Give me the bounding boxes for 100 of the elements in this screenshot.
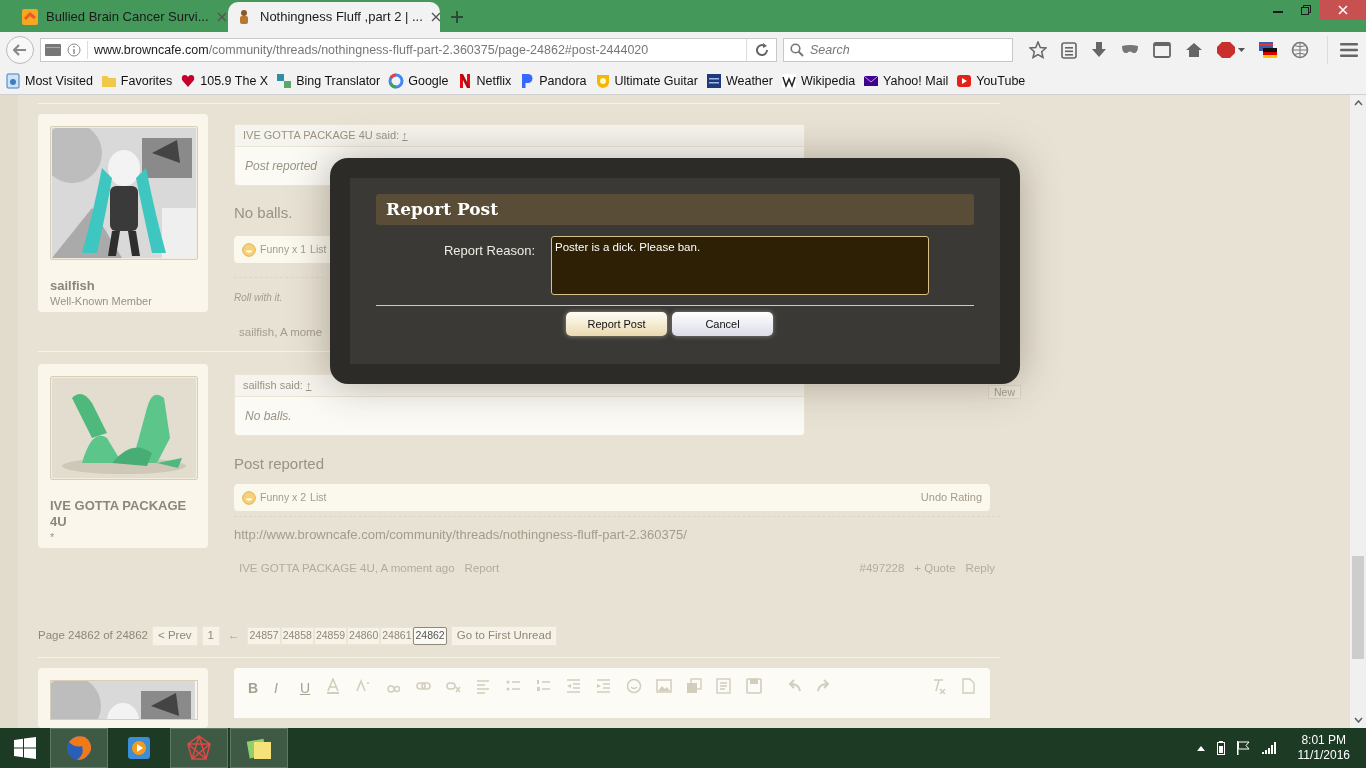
window-icon[interactable] [1153, 42, 1171, 58]
bookmark-link[interactable]: Yahoo! Mail [883, 71, 949, 91]
post-number-link[interactable]: #497228 [859, 559, 905, 577]
list-icon[interactable] [1061, 41, 1077, 59]
jump-link[interactable]: ↑ [305, 376, 312, 394]
search-field[interactable]: Search [783, 38, 1013, 62]
stop-sign-icon[interactable] [1217, 41, 1245, 59]
new-tab-icon[interactable] [450, 10, 464, 24]
globe-icon [65, 734, 93, 762]
browser-tab[interactable]: Nothingness Fluff ,part 2 | ... [228, 2, 440, 32]
smiley-icon[interactable] [626, 678, 642, 694]
format-button[interactable]: U [300, 678, 312, 699]
user-title: * [50, 529, 56, 544]
quote-link[interactable]: + Quote [914, 559, 956, 577]
bookmark-link[interactable]: Netflix [476, 71, 512, 91]
windows-icon[interactable] [14, 737, 36, 759]
bookmark-link[interactable]: Weather [725, 71, 773, 91]
dialog-title: Report Post [376, 194, 974, 225]
report-reason-field[interactable]: Poster is a dick. Please ban. [551, 236, 929, 295]
site-icon [22, 9, 38, 25]
home-icon[interactable] [1185, 42, 1203, 58]
clock-time[interactable]: 8:01 PM [1301, 733, 1347, 748]
flag-icon[interactable] [1259, 41, 1277, 59]
grid-icon [45, 44, 61, 56]
quoted-text: No balls. [244, 407, 293, 425]
undo-icon[interactable] [786, 678, 802, 694]
page-link[interactable]: 24862 [413, 627, 447, 645]
search-input[interactable]: Search [810, 40, 1006, 60]
scrollbar[interactable] [1349, 95, 1366, 728]
signature-text: Roll with it. [234, 292, 283, 304]
smiley-icon [242, 490, 256, 505]
image-icon[interactable] [656, 678, 672, 694]
rating-count: Funny x 1 [260, 242, 307, 258]
menu-icon[interactable] [1340, 42, 1358, 58]
page-icon[interactable] [960, 678, 976, 694]
close-window-button[interactable] [1320, 0, 1366, 20]
address-field[interactable]: www.browncafe.com/community/threads/nothingness-fluff-part-2.360375/page-24862#post-2444020 [40, 38, 777, 62]
jump-link[interactable]: ↑ [402, 127, 408, 144]
save-icon[interactable] [746, 678, 762, 694]
bookmark-link[interactable]: Ultimate Guitar [614, 71, 698, 91]
bookmark-link[interactable]: YouTube [976, 71, 1026, 91]
report-link[interactable]: Report [464, 559, 500, 577]
taskbar-button[interactable] [50, 728, 108, 768]
username[interactable]: sailfish [50, 277, 196, 294]
bookmark-link[interactable]: Wikipedia [800, 71, 856, 91]
scroll-up-icon[interactable] [1353, 100, 1363, 106]
page-summary: Page 24862 of 24862 [38, 628, 148, 644]
scroll-thumb[interactable] [1352, 556, 1364, 659]
mask-icon[interactable] [1121, 44, 1139, 56]
info-icon [67, 43, 81, 57]
bookmark-link[interactable]: 105.9 The X [200, 71, 269, 91]
cancel-button[interactable]: Cancel [672, 312, 773, 336]
prev-page-link[interactable]: < Prev [152, 626, 198, 646]
page-link[interactable]: 24857 [247, 627, 281, 645]
reload-icon[interactable] [754, 43, 769, 57]
page-link[interactable]: 24861 [380, 627, 414, 645]
page-link[interactable]: 24858 [280, 627, 314, 645]
bookmark-link[interactable]: Bing Translator [296, 71, 381, 91]
bookmark-link[interactable]: Most Visited [25, 71, 93, 91]
square-icon [705, 73, 722, 89]
rating-count: Funny x 2 [260, 489, 307, 505]
url-text: www.browncafe.com/community/threads/nothingness-fluff-part-2.360375/page-24862#post-2444020 [87, 40, 740, 60]
tray-up-icon[interactable] [1196, 745, 1205, 751]
back-button[interactable] [6, 36, 34, 64]
page-link[interactable]: 1 [201, 626, 220, 646]
scroll-down-icon[interactable] [1353, 717, 1363, 723]
field-label: Report Reason: [442, 242, 536, 260]
star-icon[interactable] [1029, 41, 1047, 59]
text-color-icon[interactable] [326, 678, 342, 694]
format-button[interactable]: B [248, 678, 260, 699]
close-icon[interactable] [430, 12, 441, 22]
page-link[interactable]: 24860 [347, 627, 381, 645]
page-link[interactable]: 24859 [313, 627, 348, 645]
globe-icon[interactable] [1291, 41, 1309, 59]
reply-link[interactable]: Reply [965, 559, 995, 577]
flag-icon[interactable] [1236, 741, 1250, 755]
bookmark-link[interactable]: Favorites [120, 71, 173, 91]
download-icon[interactable] [1091, 41, 1107, 59]
browser-tab[interactable]: Bullied Brain Cancer Survi... [14, 2, 226, 32]
format-button[interactable]: I [274, 678, 286, 699]
first-unread-link[interactable]: Go to First Unread [450, 626, 558, 646]
undo-rating-link[interactable]: Undo Rating [920, 489, 982, 506]
clock-date[interactable]: 11/1/2016 [1297, 748, 1350, 763]
ring-icon [388, 73, 405, 89]
rating-list-link[interactable]: List [310, 242, 327, 258]
report-post-button[interactable]: Report Post [566, 312, 667, 336]
username[interactable]: IVE GOTTA PACKAGE 4U [50, 497, 196, 530]
restore-icon[interactable] [1301, 5, 1311, 15]
signal-icon[interactable] [1261, 742, 1276, 754]
bookmark-link[interactable]: Pandora [539, 71, 587, 91]
bookmark-link[interactable]: Google [408, 71, 449, 91]
numbered-list-icon[interactable] [536, 678, 552, 694]
message-text: No balls. [234, 202, 293, 223]
post-link[interactable]: http://www.browncafe.com/community/threads/nothingness-fluff-part-2.360375/ [234, 516, 1000, 545]
taskbar-button[interactable] [230, 728, 288, 768]
battery-icon[interactable] [1216, 741, 1225, 755]
redo-icon[interactable] [816, 678, 832, 694]
rating-list-link[interactable]: List [310, 489, 327, 506]
media-icon[interactable] [686, 678, 702, 694]
new-badge: New [988, 384, 1021, 399]
